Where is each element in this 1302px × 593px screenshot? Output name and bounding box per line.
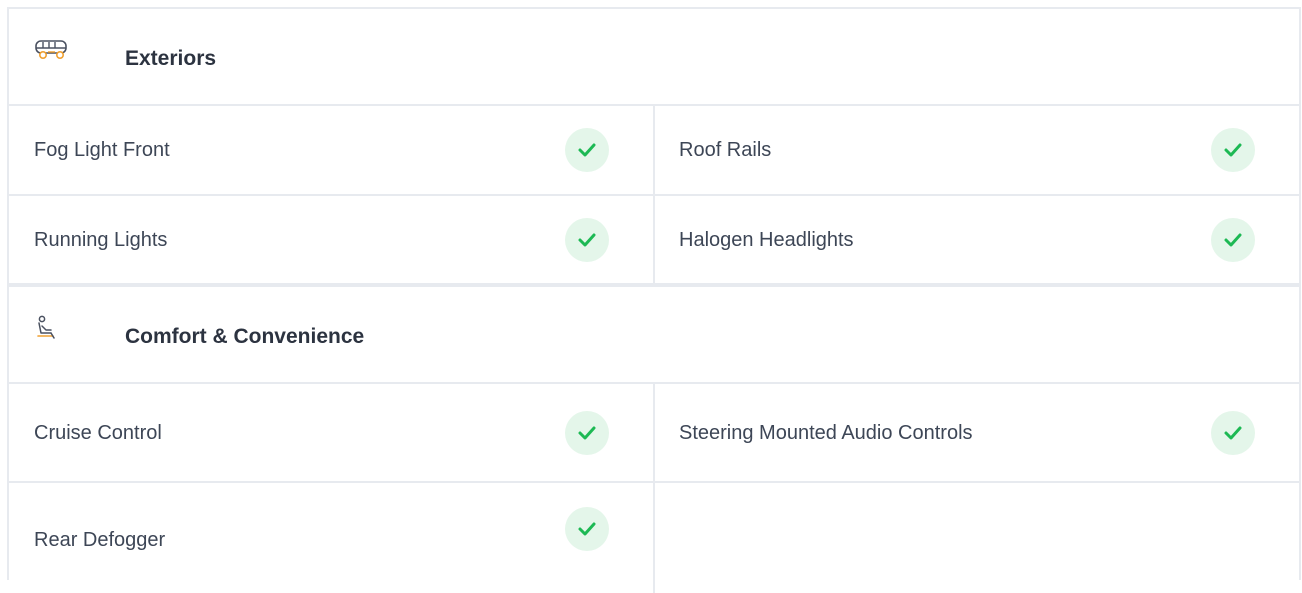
feature-cell: Steering Mounted Audio Controls — [655, 384, 1299, 481]
check-icon — [1211, 217, 1255, 262]
section-title: Comfort & Convenience — [125, 325, 365, 348]
feature-row: Cruise Control Steering Mounted Audio Co… — [9, 384, 1299, 483]
feature-label: Roof Rails — [679, 139, 772, 161]
feature-cell: Cruise Control — [9, 384, 655, 481]
feature-label: Rear Defogger — [34, 529, 166, 552]
check-icon — [565, 128, 609, 172]
feature-cell: Halogen Headlights — [655, 196, 1299, 283]
check-icon — [565, 217, 609, 262]
feature-cell: Roof Rails — [655, 106, 1299, 194]
feature-label: Running Lights — [34, 228, 168, 251]
feature-row: Fog Light Front Roof Rails — [9, 106, 1299, 196]
check-icon — [1211, 410, 1255, 455]
feature-label: Fog Light Front — [34, 139, 170, 161]
section-title: Exteriors — [125, 47, 217, 70]
section-header-comfort-convenience: Comfort & Convenience — [9, 287, 1299, 384]
feature-label: Halogen Headlights — [679, 228, 854, 251]
check-icon — [1211, 128, 1255, 172]
seat-icon — [33, 315, 75, 341]
check-icon — [565, 507, 609, 552]
check-icon — [565, 410, 609, 455]
car-icon — [33, 40, 75, 66]
section-header-exteriors: Exteriors — [9, 9, 1299, 106]
feature-cell: Running Lights — [9, 196, 655, 283]
features-table: Exteriors Fog Light Front Roof Rails Run… — [7, 7, 1301, 593]
feature-cell-empty — [655, 483, 1299, 593]
feature-cell: Rear Defogger — [9, 483, 655, 593]
feature-label: Cruise Control — [34, 421, 162, 444]
feature-label: Steering Mounted Audio Controls — [679, 421, 973, 444]
feature-cell: Fog Light Front — [9, 106, 655, 194]
feature-row: Rear Defogger — [9, 483, 1299, 593]
feature-row: Running Lights Halogen Headlights — [9, 196, 1299, 287]
